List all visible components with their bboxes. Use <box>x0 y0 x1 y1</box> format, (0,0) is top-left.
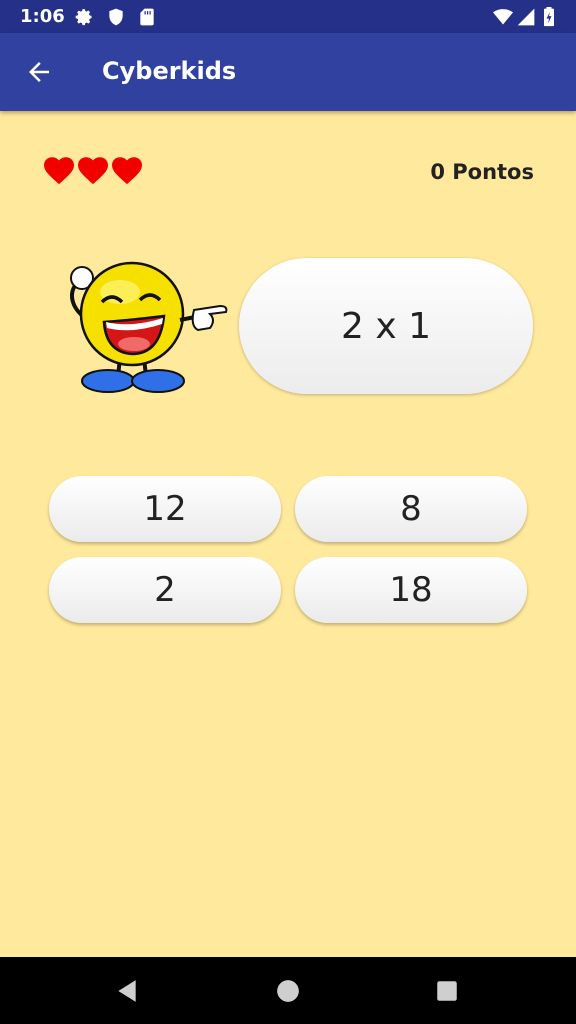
points-label: 0 Pontos <box>430 160 534 184</box>
arrow-left-icon[interactable] <box>24 57 54 87</box>
heart-icon <box>44 157 74 185</box>
battery-icon <box>544 7 554 27</box>
question-display: 2 x 1 <box>239 258 533 394</box>
system-nav-bar <box>0 957 576 1024</box>
status-time: 1:06 <box>20 6 65 27</box>
recents-square-icon[interactable] <box>434 978 460 1004</box>
shield-icon <box>109 8 123 26</box>
smiley-mascot <box>70 261 228 393</box>
back-triangle-icon[interactable] <box>114 978 140 1004</box>
sd-card-icon <box>140 8 154 26</box>
heart-icon <box>112 157 142 185</box>
wifi-icon <box>493 9 513 25</box>
home-circle-icon[interactable] <box>275 978 301 1004</box>
status-bar: 1:06 <box>0 0 576 33</box>
heart-icon <box>78 157 108 185</box>
gear-icon <box>75 9 92 26</box>
answer-button-4[interactable]: 18 <box>295 557 527 623</box>
answer-button-3[interactable]: 2 <box>49 557 281 623</box>
signal-icon <box>517 8 535 26</box>
answer-button-2[interactable]: 8 <box>295 476 527 542</box>
app-bar: Cyberkids <box>0 33 576 111</box>
lives-indicator <box>44 157 142 185</box>
answer-button-1[interactable]: 12 <box>49 476 281 542</box>
app-title: Cyberkids <box>102 57 237 85</box>
